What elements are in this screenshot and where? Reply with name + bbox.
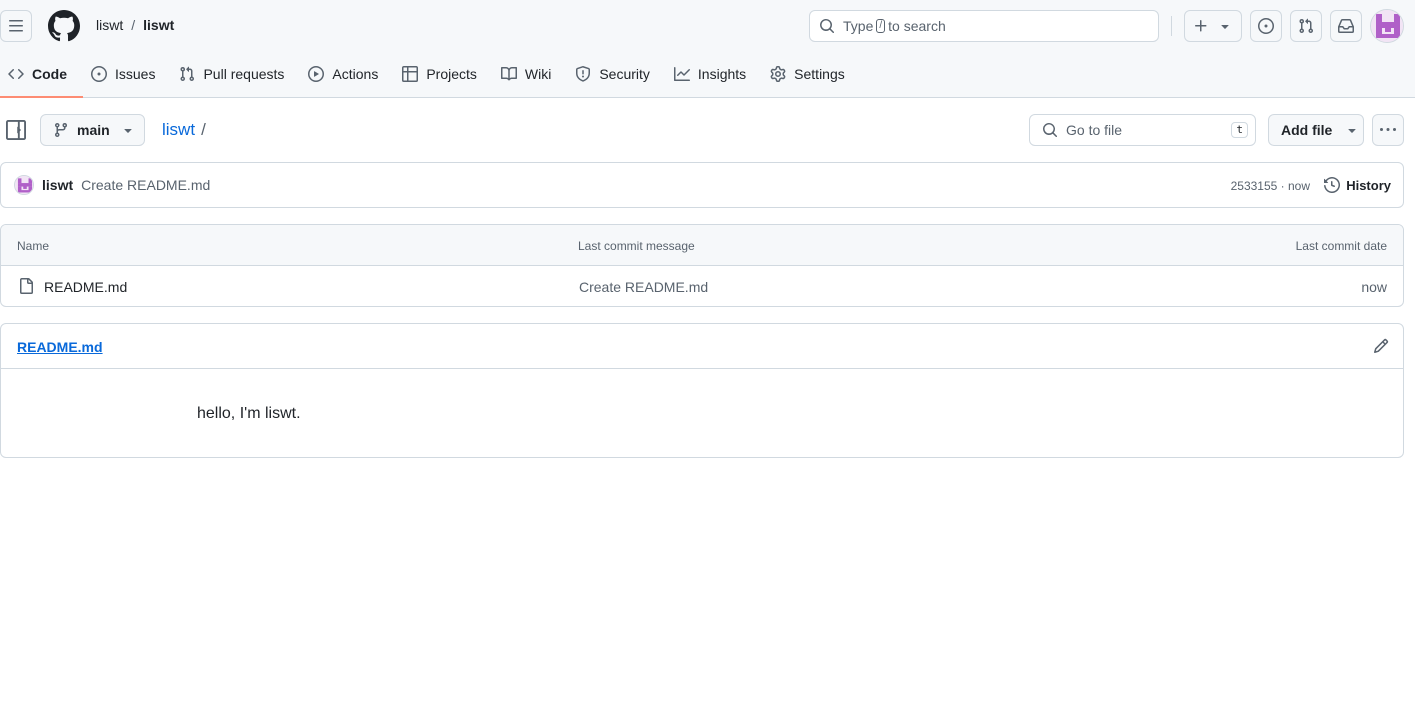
add-file-label: Add file [1281, 122, 1333, 138]
tab-settings[interactable]: Settings [762, 56, 853, 92]
tab-settings-label: Settings [794, 66, 845, 82]
book-icon [500, 66, 517, 81]
add-file-button[interactable]: Add file [1268, 114, 1364, 146]
column-header-message: Last commit message [578, 239, 695, 253]
tab-issues-label: Issues [115, 66, 156, 82]
repo-nav-tabs: Code Issues Pull requests Actions Projec… [0, 56, 861, 98]
git-pull-request-icon [1299, 18, 1314, 34]
tab-pull-requests[interactable]: Pull requests [171, 56, 292, 92]
breadcrumb: liswt / liswt [96, 17, 174, 33]
tab-actions-label: Actions [332, 66, 379, 82]
branch-name: main [77, 122, 110, 138]
gear-icon [770, 66, 786, 82]
tab-pull-requests-label: Pull requests [203, 66, 285, 82]
file-path-breadcrumb: liswt / [162, 120, 206, 140]
breadcrumb-repo[interactable]: liswt [143, 17, 174, 33]
hamburger-icon [9, 20, 23, 32]
breadcrumb-separator: / [131, 17, 136, 33]
user-avatar[interactable] [1370, 9, 1404, 43]
column-header-date: Last commit date [1295, 239, 1387, 253]
tab-wiki[interactable]: Wiki [493, 56, 559, 92]
github-logo-icon[interactable] [48, 10, 80, 42]
tab-code[interactable]: Code [0, 56, 83, 98]
file-name-link[interactable]: README.md [44, 279, 127, 295]
sidebar-expand-icon[interactable] [6, 120, 26, 140]
commit-message[interactable]: Create README.md [81, 177, 210, 193]
plus-icon [1195, 20, 1207, 32]
table-row[interactable]: README.md Create README.md now [1, 266, 1403, 306]
column-header-name: Name [17, 239, 50, 253]
tab-wiki-label: Wiki [524, 66, 552, 82]
branch-selector-button[interactable]: main [40, 114, 145, 146]
git-branch-icon [54, 123, 67, 138]
readme-title-link[interactable]: README.md [17, 339, 103, 355]
create-new-button[interactable] [1184, 10, 1242, 42]
play-icon [308, 66, 325, 82]
path-root-link[interactable]: liswt [162, 120, 195, 140]
go-to-file-shortcut: t [1231, 122, 1248, 138]
tab-actions[interactable]: Actions [300, 56, 386, 92]
identicon-icon [15, 176, 33, 194]
history-icon [1324, 177, 1341, 193]
triangle-down-icon [1348, 129, 1356, 133]
history-label: History [1346, 177, 1391, 193]
file-icon [20, 278, 33, 294]
commit-author-avatar[interactable] [14, 175, 34, 195]
tab-code-label: Code [32, 66, 67, 82]
search-shortcut-key: / [876, 19, 886, 33]
inbox-icon [1338, 19, 1354, 33]
readme-panel: README.md hello, I'm liswt. [0, 323, 1404, 458]
your-issues-button[interactable] [1250, 10, 1282, 42]
tab-insights[interactable]: Insights [666, 56, 754, 92]
file-commit-message[interactable]: Create README.md [579, 279, 708, 295]
file-table-header: Name Last commit message Last commit dat… [1, 225, 1403, 266]
graph-icon [673, 67, 690, 81]
notifications-button[interactable] [1330, 10, 1362, 42]
global-header: liswt / liswt Type / to search Code Issu… [0, 0, 1415, 98]
your-pull-requests-button[interactable] [1290, 10, 1322, 42]
file-table: Name Last commit message Last commit dat… [0, 224, 1404, 307]
issue-opened-icon [91, 66, 107, 82]
pencil-icon[interactable] [1373, 338, 1389, 354]
file-commit-date: now [1361, 279, 1387, 295]
tab-insights-label: Insights [697, 66, 747, 82]
menu-button[interactable] [0, 10, 32, 42]
search-icon [1043, 123, 1058, 138]
code-icon [8, 68, 24, 80]
readme-header: README.md [1, 324, 1403, 369]
triangle-down-icon [124, 129, 132, 133]
breadcrumb-owner[interactable]: liswt [96, 17, 123, 33]
search-prefix: Type [843, 18, 874, 34]
readme-content: hello, I'm liswt. [197, 405, 301, 422]
go-to-file-placeholder: Go to file [1066, 122, 1123, 138]
search-input[interactable]: Type / to search [809, 10, 1159, 42]
identicon-icon [1371, 10, 1403, 42]
tab-issues[interactable]: Issues [83, 56, 163, 92]
search-suffix: to search [888, 18, 946, 34]
commit-author[interactable]: liswt [42, 177, 73, 193]
history-button[interactable]: History [1324, 177, 1391, 193]
git-pull-request-icon [180, 66, 195, 82]
path-separator: / [201, 120, 206, 139]
tab-projects[interactable]: Projects [394, 56, 485, 92]
header-divider [1171, 16, 1172, 36]
tab-security[interactable]: Security [567, 56, 658, 92]
triangle-down-icon [1221, 25, 1229, 29]
issue-opened-icon [1258, 18, 1274, 34]
tab-projects-label: Projects [426, 66, 477, 82]
latest-commit-box: liswt Create README.md 2533155 · now His… [0, 162, 1404, 208]
more-options-button[interactable] [1372, 114, 1404, 146]
search-icon [820, 19, 835, 34]
kebab-horizontal-icon [1380, 128, 1396, 131]
tab-security-label: Security [599, 66, 650, 82]
table-icon [402, 66, 419, 82]
commit-meta[interactable]: 2533155 · now [1231, 179, 1310, 193]
go-to-file-input[interactable]: Go to file t [1029, 114, 1256, 146]
shield-icon [576, 66, 591, 82]
